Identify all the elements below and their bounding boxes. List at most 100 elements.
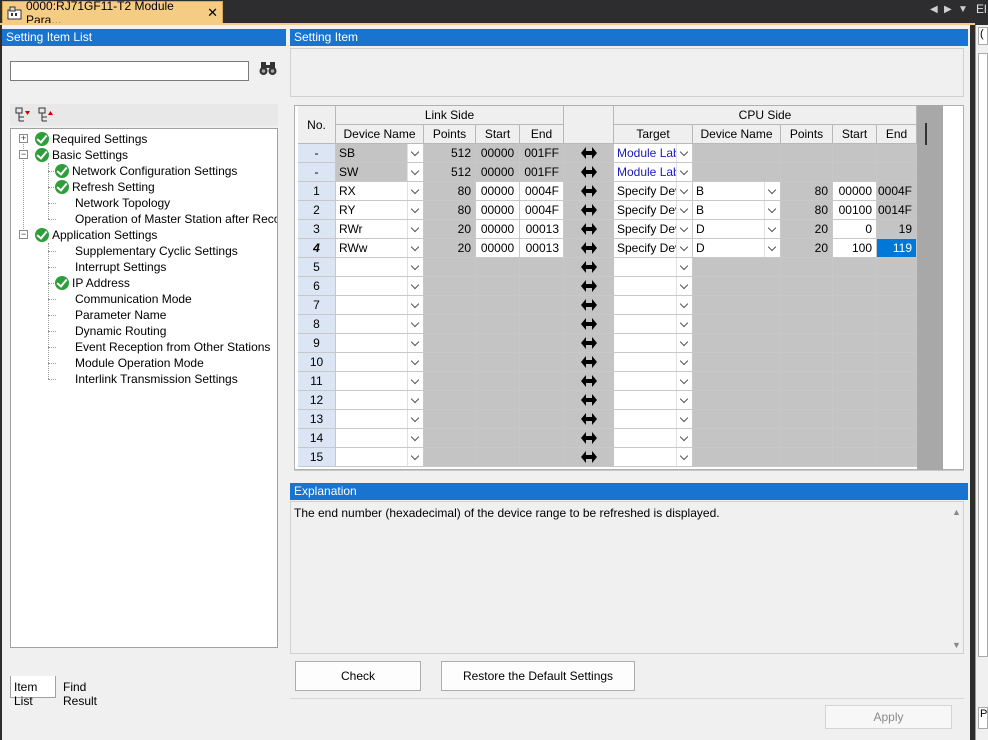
tab-find-result[interactable]: Find Result <box>60 676 122 708</box>
tree-item[interactable]: Module Operation Mode <box>75 355 204 371</box>
check-button[interactable]: Check <box>295 661 421 691</box>
chevron-down-icon[interactable] <box>676 277 692 295</box>
tree-item[interactable]: IP Address <box>55 275 130 291</box>
link-points-cell[interactable] <box>424 296 476 315</box>
link-points-cell[interactable]: 80 <box>424 201 476 220</box>
chevron-down-icon[interactable] <box>676 182 692 200</box>
link-start-cell[interactable] <box>476 429 520 448</box>
link-end-cell[interactable] <box>520 448 564 467</box>
chevron-down-icon[interactable] <box>764 239 780 257</box>
cpu-device-select[interactable]: D <box>693 220 781 239</box>
chevron-down-icon[interactable] <box>407 391 423 409</box>
cpu-start-cell[interactable]: 00100 <box>833 201 877 220</box>
chevron-down-icon[interactable] <box>407 163 423 181</box>
link-start-cell[interactable] <box>476 315 520 334</box>
tree-item[interactable]: Supplementary Cyclic Settings <box>75 243 238 259</box>
chevron-down-icon[interactable] <box>676 410 692 428</box>
tree-item[interactable]: Network Configuration Settings <box>55 163 237 179</box>
right-panel-bottom-item[interactable]: P <box>978 707 988 729</box>
tree-item[interactable]: Parameter Name <box>75 307 166 323</box>
cpu-start-cell[interactable]: 00000 <box>833 182 877 201</box>
target-select[interactable]: Specify Dev <box>614 239 693 258</box>
link-start-cell[interactable] <box>476 277 520 296</box>
module-parameter-tab[interactable]: 0000:RJ71GF11-T2 Module Para... ✕ <box>2 0 223 27</box>
chevron-down-icon[interactable] <box>676 334 692 352</box>
link-end-cell[interactable] <box>520 277 564 296</box>
tree-item[interactable]: Operation of Master Station after Reconn… <box>75 211 277 227</box>
link-points-cell[interactable]: 80 <box>424 182 476 201</box>
target-select[interactable] <box>614 353 693 372</box>
link-start-cell[interactable] <box>476 258 520 277</box>
link-start-cell[interactable]: 00000 <box>476 239 520 258</box>
chevron-down-icon[interactable] <box>407 315 423 333</box>
link-points-cell[interactable]: 20 <box>424 239 476 258</box>
restore-default-button[interactable]: Restore the Default Settings <box>441 661 635 691</box>
tree-item[interactable]: Required Settings <box>35 131 147 147</box>
tree-item[interactable]: Interrupt Settings <box>75 259 166 275</box>
scroll-up-icon[interactable]: ▲ <box>952 507 961 517</box>
link-end-cell[interactable] <box>520 258 564 277</box>
chevron-down-icon[interactable] <box>407 296 423 314</box>
link-device-select[interactable] <box>336 277 424 296</box>
chevron-down-icon[interactable] <box>676 353 692 371</box>
target-select[interactable] <box>614 315 693 334</box>
link-device-select[interactable] <box>336 296 424 315</box>
link-end-cell[interactable] <box>520 391 564 410</box>
chevron-down-icon[interactable] <box>407 277 423 295</box>
cpu-device-select[interactable]: B <box>693 182 781 201</box>
cpu-start-cell[interactable]: 100 <box>833 239 877 258</box>
link-end-cell[interactable]: 0004F <box>520 182 564 201</box>
close-icon[interactable]: ✕ <box>207 5 218 21</box>
collapse-icon[interactable]: − <box>19 150 28 159</box>
link-points-cell[interactable] <box>424 391 476 410</box>
link-start-cell[interactable]: 00000 <box>476 182 520 201</box>
target-select[interactable] <box>614 296 693 315</box>
link-start-cell[interactable] <box>476 334 520 353</box>
link-end-cell[interactable] <box>520 315 564 334</box>
chevron-down-icon[interactable] <box>407 448 423 466</box>
tab-item-list[interactable]: Item List <box>10 676 56 708</box>
chevron-down-icon[interactable] <box>676 315 692 333</box>
link-end-cell[interactable]: 00013 <box>520 239 564 258</box>
chevron-down-icon[interactable] <box>676 429 692 447</box>
search-input[interactable] <box>10 61 249 81</box>
chevron-down-icon[interactable] <box>676 201 692 219</box>
expand-icon[interactable]: + <box>19 134 28 143</box>
link-start-cell[interactable] <box>476 410 520 429</box>
link-start-cell[interactable] <box>476 353 520 372</box>
link-points-cell[interactable] <box>424 448 476 467</box>
link-end-cell[interactable] <box>520 372 564 391</box>
chevron-down-icon[interactable] <box>407 239 423 257</box>
link-start-cell[interactable] <box>476 448 520 467</box>
tree-item[interactable]: Communication Mode <box>75 291 192 307</box>
target-select[interactable]: Module Lab <box>614 163 693 182</box>
collapse-icon[interactable]: − <box>19 230 28 239</box>
scroll-down-icon[interactable]: ▼ <box>952 640 961 650</box>
link-end-cell[interactable]: 0004F <box>520 201 564 220</box>
chevron-down-icon[interactable] <box>764 182 780 200</box>
link-points-cell[interactable]: 20 <box>424 220 476 239</box>
target-select[interactable] <box>614 391 693 410</box>
target-select[interactable] <box>614 277 693 296</box>
chevron-down-icon[interactable] <box>676 239 692 257</box>
link-points-cell[interactable] <box>424 315 476 334</box>
chevron-down-icon[interactable] <box>676 258 692 276</box>
link-device-select[interactable] <box>336 334 424 353</box>
chevron-down-icon[interactable] <box>407 410 423 428</box>
link-device-select[interactable] <box>336 353 424 372</box>
chevron-down-icon[interactable] <box>407 201 423 219</box>
link-end-cell[interactable] <box>520 410 564 429</box>
link-points-cell[interactable] <box>424 334 476 353</box>
target-select[interactable] <box>614 429 693 448</box>
target-select[interactable] <box>614 448 693 467</box>
chevron-down-icon[interactable] <box>407 334 423 352</box>
target-select[interactable]: Specify Dev <box>614 182 693 201</box>
chevron-down-icon[interactable] <box>407 220 423 238</box>
tree-item[interactable]: Refresh Setting <box>55 179 155 195</box>
link-device-select[interactable]: RY <box>336 201 424 220</box>
link-points-cell[interactable] <box>424 353 476 372</box>
target-select[interactable] <box>614 334 693 353</box>
target-select[interactable] <box>614 372 693 391</box>
link-device-select[interactable] <box>336 258 424 277</box>
grid-vertical-scrollbar[interactable] <box>917 105 943 470</box>
